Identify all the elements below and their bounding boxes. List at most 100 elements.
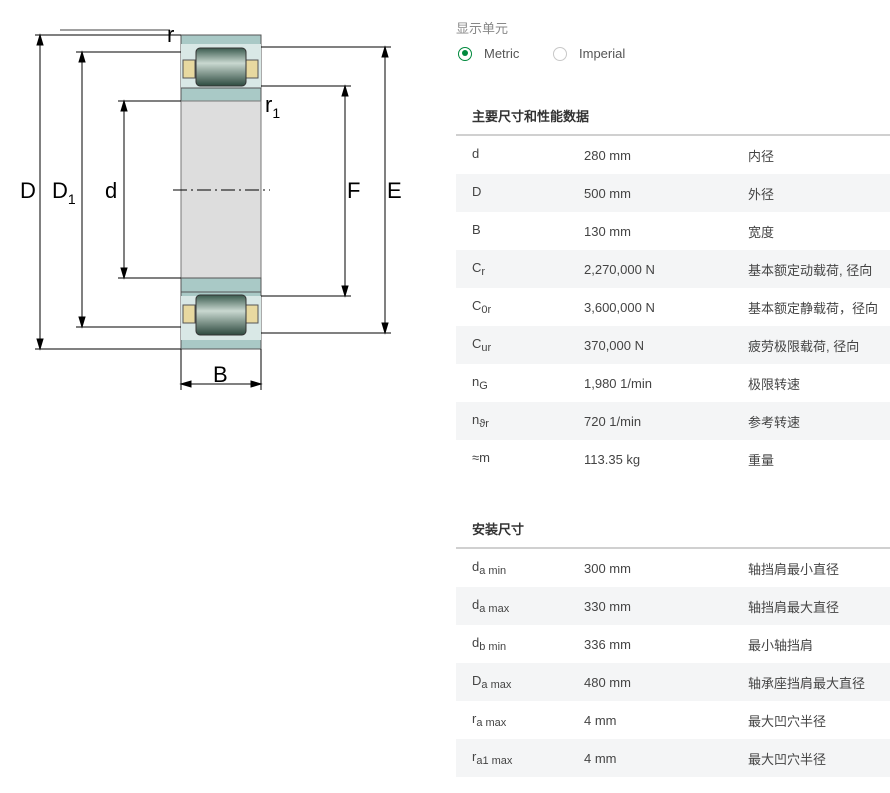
symbol-cell: Cr (472, 260, 485, 278)
table-row: C0r 3,600,000 N 基本额定静载荷，径向 (456, 288, 890, 326)
description-cell: 轴挡肩最小直径 (748, 561, 840, 577)
symbol-subscript: ur (481, 342, 492, 354)
value-cell: 500 mm (584, 185, 631, 201)
label-r1: r1 (265, 92, 280, 121)
description-cell: 外径 (748, 186, 775, 202)
table-row: d 280 mm 内径 (456, 136, 890, 174)
description-cell: 重量 (748, 452, 775, 468)
symbol-cell: db min (472, 635, 506, 653)
description-cell: 轴挡肩最大直径 (748, 599, 840, 615)
radio-metric-label: Metric (484, 46, 520, 61)
mounting-dims-table: da min 300 mm 轴挡肩最小直径 da max 330 mm 轴挡肩最大直径 db… (456, 549, 890, 777)
radio-imperial-label: Imperial (579, 46, 626, 61)
description-cell: 最大凹穴半径 (748, 713, 827, 729)
value-cell: 2,270,000 N (584, 261, 655, 277)
symbol-cell: ≈m (472, 450, 490, 468)
roller-bottom (195, 294, 247, 336)
symbol-cell: B (472, 222, 481, 240)
symbol-subscript: a1 max (476, 755, 513, 767)
description-cell: 最大凹穴半径 (748, 751, 827, 767)
value-cell: 3,600,000 N (584, 299, 655, 315)
value-cell: 330 mm (584, 598, 631, 614)
label-F: F (347, 178, 360, 203)
value-cell: 480 mm (584, 674, 631, 690)
symbol-cell: ra1 max (472, 749, 512, 767)
symbol-cell: da min (472, 559, 506, 577)
table-row: D 500 mm 外径 (456, 174, 890, 212)
symbol-subscript: b min (479, 641, 507, 653)
description-cell: 最小轴挡肩 (748, 637, 814, 653)
description-cell: 基本额定动载荷, 径向 (748, 262, 873, 278)
value-cell: 113.35 kg (584, 451, 641, 467)
symbol: C (472, 260, 482, 275)
inner-ring-bottom (180, 277, 262, 293)
symbol-cell: Cur (472, 336, 491, 354)
symbol-subscript: G (479, 380, 488, 392)
units-label: 显示单元 (456, 21, 509, 36)
value-cell: 4 mm (584, 750, 617, 766)
value-cell: 280 mm (584, 147, 631, 163)
label-d: d (105, 178, 117, 203)
symbol-cell: Da max (472, 673, 511, 691)
radio-metric-indicator[interactable] (458, 46, 472, 61)
table-row: Cur 370,000 N 疲劳极限载荷, 径向 (456, 326, 890, 364)
inner-ring-top (180, 87, 262, 102)
mounting-dims-title: 安装尺寸 (472, 522, 525, 537)
symbol: ≈m (472, 450, 490, 465)
table-row: B 130 mm 宽度 (456, 212, 890, 250)
table-row: Cr 2,270,000 N 基本额定动载荷, 径向 (456, 250, 890, 288)
description-cell: 基本额定静载荷，径向 (748, 300, 879, 316)
symbol: C (472, 336, 482, 351)
symbol: D (472, 673, 482, 688)
radio-imperial-indicator[interactable] (553, 46, 567, 61)
symbol-cell: D (472, 184, 481, 202)
roller-top (195, 47, 247, 87)
value-cell: 300 mm (584, 560, 631, 576)
symbol: d (472, 146, 480, 161)
cage-top (182, 59, 196, 79)
description-cell: 宽度 (748, 224, 775, 240)
label-r: r (167, 22, 174, 47)
table-row: da min 300 mm 轴挡肩最小直径 (456, 549, 890, 587)
table-row: Da max 480 mm 轴承座挡肩最大直径 (456, 663, 890, 701)
description-cell: 参考转速 (748, 414, 801, 430)
symbol-subscript: a max (479, 603, 510, 615)
symbol: B (472, 222, 481, 237)
main-dims-table: d 280 mm 内径 D 500 mm 外径 B 130 mm 宽度 Cr 2,270,000 N… (456, 136, 890, 478)
symbol: D (472, 184, 482, 199)
symbol-subscript: a min (479, 565, 507, 577)
label-D: D (20, 178, 36, 203)
value-cell: 720 1/min (584, 413, 642, 429)
description-cell: 轴承座挡肩最大直径 (748, 675, 866, 691)
value-cell: 4 mm (584, 712, 617, 728)
symbol-subscript: r (481, 266, 486, 278)
symbol-cell: ra max (472, 711, 506, 729)
table-row: ra max 4 mm 最大凹穴半径 (456, 701, 890, 739)
value-cell: 1,980 1/min (584, 375, 652, 391)
bearing-diagram: r r1 D D1 d F E B (20, 22, 402, 390)
symbol-cell: nϑr (472, 412, 489, 430)
value-cell: 370,000 N (584, 337, 644, 353)
table-row: ≈m 113.35 kg 重量 (456, 440, 890, 478)
symbol-cell: C0r (472, 298, 491, 316)
symbol-cell: d (472, 146, 479, 164)
symbol-cell: da max (472, 597, 509, 615)
table-row: nϑr 720 1/min 参考转速 (456, 402, 890, 440)
table-row: da max 330 mm 轴挡肩最大直径 (456, 587, 890, 625)
symbol-subscript: ϑr (479, 418, 489, 430)
radio-metric[interactable]: Metric (458, 46, 519, 61)
symbol-subscript: a max (481, 679, 512, 691)
value-cell: 336 mm (584, 636, 631, 652)
radio-imperial[interactable]: Imperial (553, 46, 625, 61)
table-row: db min 336 mm 最小轴挡肩 (456, 625, 890, 663)
symbol-subscript: a max (476, 717, 507, 729)
symbol-subscript: 0r (481, 304, 492, 316)
label-B: B (213, 362, 228, 387)
description-cell: 疲劳极限载荷, 径向 (748, 338, 860, 354)
label-E: E (387, 178, 402, 203)
description-cell: 内径 (748, 148, 775, 164)
table-row: nG 1,980 1/min 极限转速 (456, 364, 890, 402)
main-dims-title: 主要尺寸和性能数据 (472, 109, 590, 124)
description-cell: 极限转速 (748, 376, 801, 392)
symbol: C (472, 298, 482, 313)
